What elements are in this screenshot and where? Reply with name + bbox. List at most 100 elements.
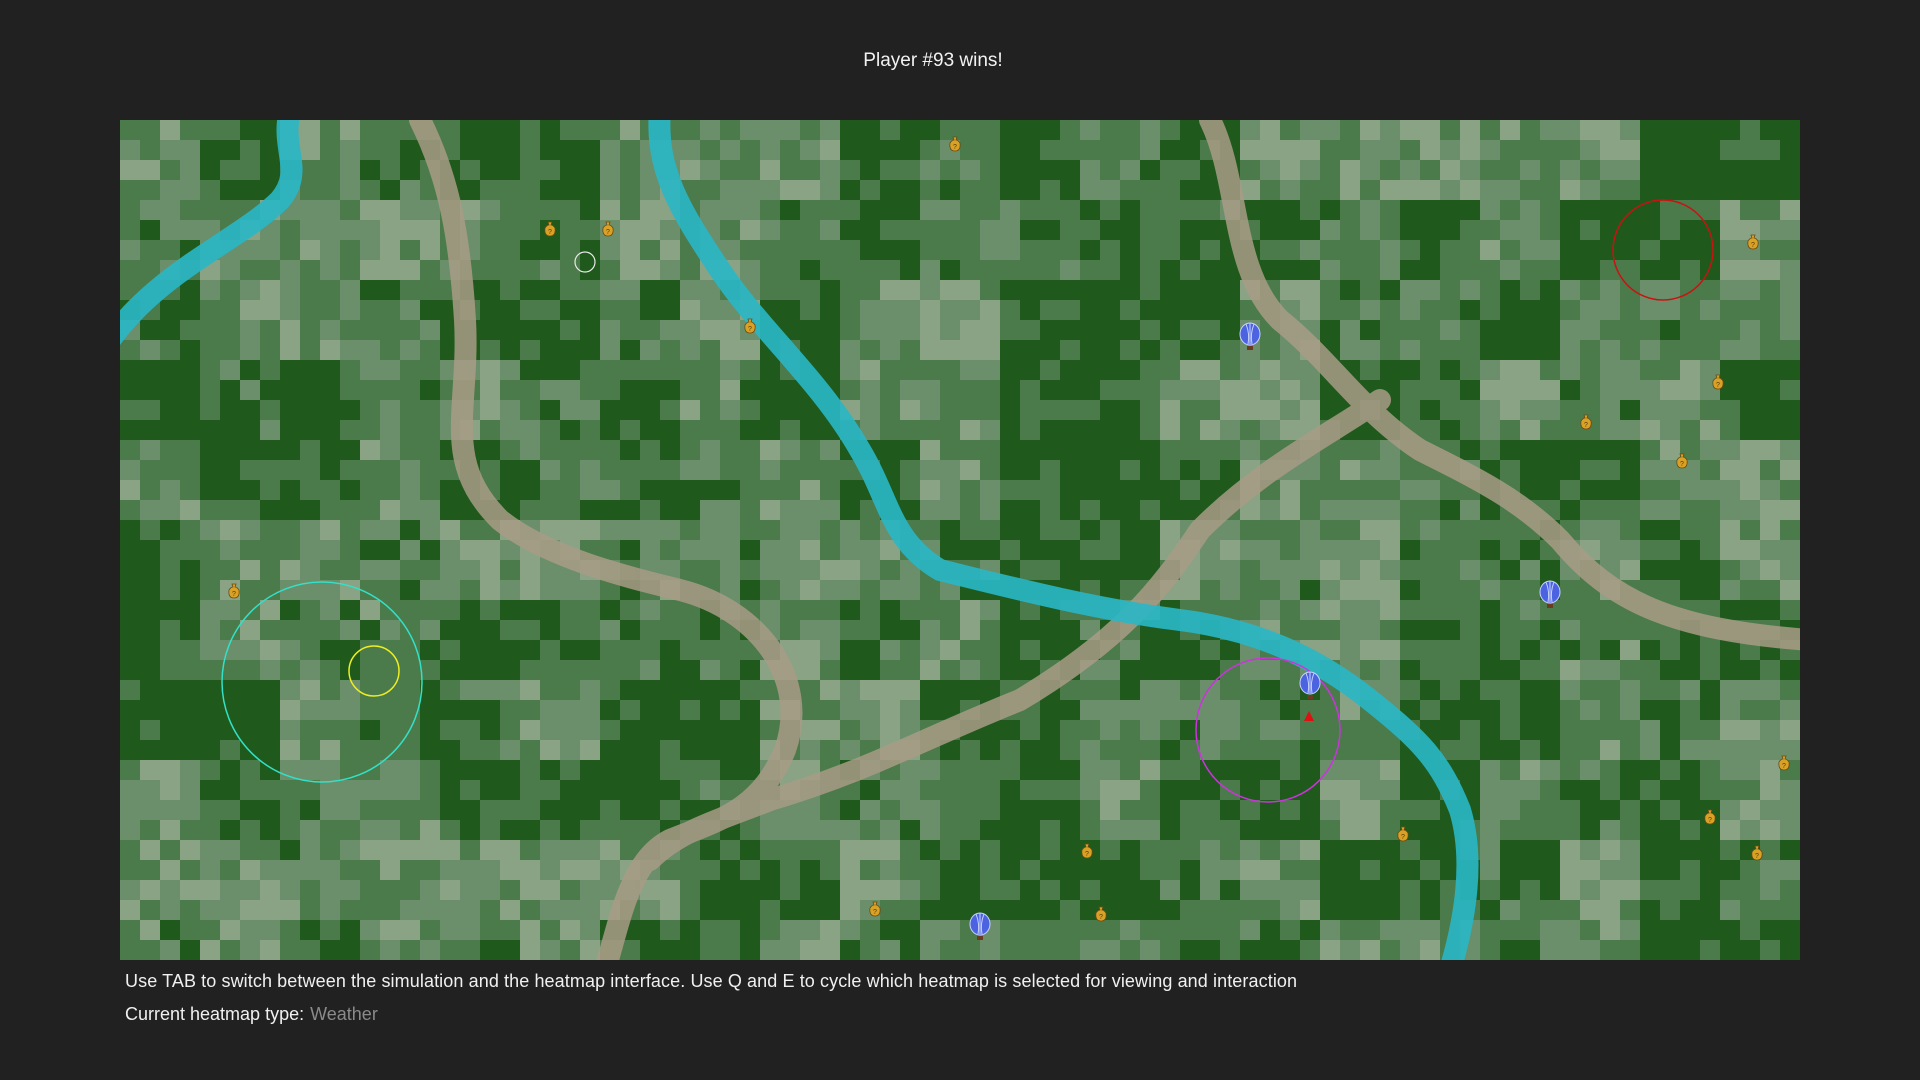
terrain-tile bbox=[780, 920, 800, 940]
terrain-tile bbox=[940, 340, 960, 360]
terrain-tile bbox=[1220, 300, 1240, 320]
terrain-tile bbox=[1240, 380, 1260, 400]
terrain-tile bbox=[260, 660, 280, 680]
simulation-map[interactable]: ???????????????? bbox=[120, 120, 1800, 960]
terrain-tile bbox=[1540, 860, 1560, 880]
terrain-tile bbox=[1380, 660, 1400, 680]
terrain-tile bbox=[1260, 800, 1280, 820]
terrain-tile bbox=[1240, 900, 1260, 920]
terrain-tile bbox=[1440, 300, 1460, 320]
terrain-tile bbox=[360, 480, 380, 500]
terrain-tile bbox=[340, 320, 360, 340]
terrain-tile bbox=[580, 700, 600, 720]
map-canvas[interactable]: ???????????????? bbox=[120, 120, 1800, 960]
terrain-tile bbox=[820, 620, 840, 640]
terrain-tile bbox=[880, 640, 900, 660]
terrain-tile bbox=[1580, 800, 1600, 820]
terrain-tile bbox=[1520, 560, 1540, 580]
terrain-tile bbox=[240, 660, 260, 680]
terrain-tile bbox=[380, 520, 400, 540]
terrain-tile bbox=[1580, 480, 1600, 500]
terrain-tile bbox=[760, 920, 780, 940]
terrain-tile bbox=[1140, 140, 1160, 160]
terrain-tile bbox=[840, 180, 860, 200]
terrain-tile bbox=[380, 880, 400, 900]
terrain-tile bbox=[720, 840, 740, 860]
terrain-tile bbox=[120, 720, 140, 740]
terrain-tile bbox=[920, 200, 940, 220]
terrain-tile bbox=[140, 200, 160, 220]
terrain-tile bbox=[760, 140, 780, 160]
terrain-tile bbox=[640, 240, 660, 260]
terrain-tile bbox=[180, 720, 200, 740]
terrain-tile bbox=[1080, 520, 1100, 540]
terrain-tile bbox=[380, 380, 400, 400]
terrain-tile bbox=[360, 140, 380, 160]
terrain-tile bbox=[960, 300, 980, 320]
terrain-tile bbox=[380, 420, 400, 440]
terrain-tile bbox=[520, 760, 540, 780]
terrain-tile bbox=[1700, 580, 1720, 600]
terrain-tile bbox=[1200, 340, 1220, 360]
terrain-tile bbox=[1260, 540, 1280, 560]
terrain-tile bbox=[1680, 880, 1700, 900]
terrain-tile bbox=[1380, 780, 1400, 800]
terrain-tile bbox=[1480, 300, 1500, 320]
terrain-tile bbox=[1080, 740, 1100, 760]
terrain-tile bbox=[980, 140, 1000, 160]
terrain-tile bbox=[820, 900, 840, 920]
terrain-tile bbox=[1600, 240, 1620, 260]
terrain-tile bbox=[460, 160, 480, 180]
terrain-tile bbox=[1260, 180, 1280, 200]
terrain-tile bbox=[1780, 140, 1800, 160]
terrain-tile bbox=[660, 700, 680, 720]
terrain-tile bbox=[1240, 420, 1260, 440]
terrain-tile bbox=[1140, 340, 1160, 360]
terrain-tile bbox=[520, 580, 540, 600]
terrain-tile bbox=[580, 440, 600, 460]
terrain-tile bbox=[160, 440, 180, 460]
terrain-tile bbox=[260, 440, 280, 460]
terrain-tile bbox=[1480, 700, 1500, 720]
terrain-tile bbox=[1680, 420, 1700, 440]
terrain-tile bbox=[1380, 540, 1400, 560]
terrain-tile bbox=[620, 720, 640, 740]
terrain-tile bbox=[200, 600, 220, 620]
terrain-tile bbox=[420, 300, 440, 320]
terrain-tile bbox=[780, 880, 800, 900]
terrain-tile bbox=[1100, 200, 1120, 220]
terrain-tile bbox=[1440, 500, 1460, 520]
terrain-tile bbox=[1620, 460, 1640, 480]
terrain-tile bbox=[840, 260, 860, 280]
terrain-tile bbox=[1600, 340, 1620, 360]
terrain-tile bbox=[1040, 920, 1060, 940]
terrain-tile bbox=[1380, 180, 1400, 200]
terrain-tile bbox=[540, 620, 560, 640]
terrain-tile bbox=[600, 180, 620, 200]
terrain-tile bbox=[680, 480, 700, 500]
terrain-tile bbox=[480, 680, 500, 700]
terrain-tile bbox=[580, 220, 600, 240]
terrain-tile bbox=[400, 440, 420, 460]
terrain-tile bbox=[120, 240, 140, 260]
terrain-tile bbox=[860, 700, 880, 720]
terrain-tile bbox=[1440, 240, 1460, 260]
terrain-tile bbox=[780, 860, 800, 880]
terrain-tile bbox=[120, 400, 140, 420]
terrain-tile bbox=[660, 660, 680, 680]
terrain-tile bbox=[700, 880, 720, 900]
terrain-tile bbox=[1020, 200, 1040, 220]
terrain-tile bbox=[600, 840, 620, 860]
terrain-tile bbox=[780, 560, 800, 580]
terrain-tile bbox=[540, 840, 560, 860]
terrain-tile bbox=[700, 320, 720, 340]
terrain-tile bbox=[1240, 820, 1260, 840]
terrain-tile bbox=[1780, 660, 1800, 680]
terrain-tile bbox=[1700, 940, 1720, 960]
terrain-tile bbox=[1320, 260, 1340, 280]
terrain-tile bbox=[1400, 900, 1420, 920]
terrain-tile bbox=[1640, 820, 1660, 840]
terrain-tile bbox=[980, 160, 1000, 180]
terrain-tile bbox=[500, 820, 520, 840]
terrain-tile bbox=[1740, 360, 1760, 380]
